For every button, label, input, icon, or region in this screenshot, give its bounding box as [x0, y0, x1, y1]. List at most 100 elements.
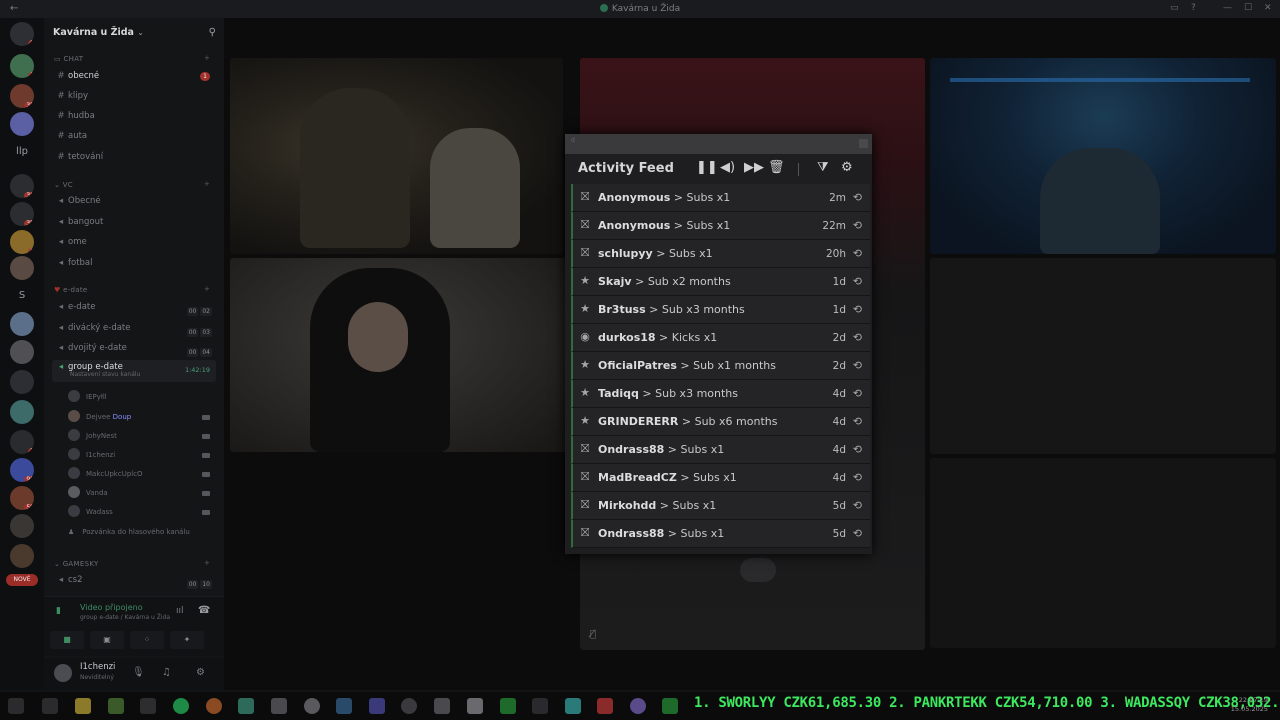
- voice-channel-dvojity-edate[interactable]: ◂ dvojitý e-date 00 04: [52, 340, 216, 357]
- server-icon-7[interactable]: [10, 256, 34, 280]
- avatar[interactable]: [54, 664, 72, 682]
- activities-button[interactable]: ⁘: [130, 631, 164, 649]
- replay-icon[interactable]: ⟲: [853, 331, 862, 344]
- voice-member[interactable]: MakcUpkcUplcO: [68, 466, 216, 483]
- replay-icon[interactable]: ⟲: [853, 359, 862, 372]
- app-icon[interactable]: [597, 698, 613, 714]
- guild-header[interactable]: Kavárna u Žida ⌄: [53, 27, 144, 38]
- channel-hudba[interactable]: # hudba: [52, 108, 216, 125]
- channel-tetovani[interactable]: # tetování: [52, 149, 216, 166]
- replay-icon[interactable]: ⟲: [853, 471, 862, 484]
- obs-icon[interactable]: [401, 698, 417, 714]
- voice-member[interactable]: Vanda: [68, 485, 216, 502]
- folder-icon[interactable]: [75, 698, 91, 714]
- add-channel-icon[interactable]: +: [204, 54, 210, 62]
- category-gamesky[interactable]: ⌄ GAMESKY +: [54, 559, 210, 568]
- server-icon-10[interactable]: [10, 370, 34, 394]
- voice-channel-cs2[interactable]: ◂ cs2 00 10: [52, 572, 216, 589]
- voice-member[interactable]: Wadass: [68, 504, 216, 521]
- skip-icon[interactable]: ▶▶: [744, 160, 764, 175]
- category-edate[interactable]: ♥ e-date +: [54, 285, 210, 294]
- close-icon[interactable]: ✕: [1264, 3, 1272, 13]
- server-label-s[interactable]: S: [0, 290, 44, 301]
- channel-klipy[interactable]: # klipy: [52, 88, 216, 105]
- new-servers-pill[interactable]: NOVÉ: [6, 574, 38, 586]
- server-icon-16[interactable]: [10, 544, 34, 568]
- replay-icon[interactable]: ⟲: [853, 527, 862, 540]
- add-channel-icon[interactable]: +: [204, 559, 210, 567]
- feed-row[interactable]: ★ GRINDERERR > Sub x6 months 4d ⟲: [571, 408, 870, 436]
- disconnect-icon[interactable]: ☎: [198, 605, 210, 616]
- noise-suppression-icon[interactable]: ııl: [176, 606, 184, 616]
- app-icon[interactable]: [662, 698, 678, 714]
- invite-to-voice[interactable]: ♟ Pozvánka do hlasového kanálu: [68, 524, 216, 541]
- voice-member[interactable]: JohyNest: [68, 428, 216, 445]
- trash-icon[interactable]: 🗑: [768, 160, 785, 175]
- feed-row[interactable]: ⛝ Ondrass88 > Subs x1 5d ⟲: [571, 520, 870, 548]
- kick-icon[interactable]: [532, 698, 548, 714]
- feed-row[interactable]: ⛝ MadBreadCZ > Subs x1 4d ⟲: [571, 464, 870, 492]
- pause-icon[interactable]: ❚❚: [696, 160, 718, 175]
- category-chat[interactable]: ▭ CHAT +: [54, 54, 210, 63]
- voice-member[interactable]: I1chenzi: [68, 447, 216, 464]
- video-tile[interactable]: [230, 58, 563, 254]
- steam-icon[interactable]: [336, 698, 352, 714]
- replay-icon[interactable]: ⟲: [853, 275, 862, 288]
- feed-row[interactable]: ★ Skajv > Sub x2 months 1d ⟲: [571, 268, 870, 296]
- volume-icon[interactable]: ◀): [720, 160, 735, 175]
- server-icon-11[interactable]: [10, 400, 34, 424]
- channel-obecne[interactable]: # obecné 1: [52, 68, 216, 85]
- feed-row[interactable]: ⛝ schlupyy > Subs x1 20h ⟲: [571, 240, 870, 268]
- voice-channel-obecne[interactable]: ◂ Obecné: [52, 193, 216, 210]
- replay-icon[interactable]: ⟲: [853, 219, 862, 232]
- feed-row[interactable]: ◉ durkos18 > Kicks x1 2d ⟲: [571, 324, 870, 352]
- channel-status-text[interactable]: Nastavení stavu kanálu: [70, 371, 140, 379]
- firefox-icon[interactable]: [206, 698, 222, 714]
- replay-icon[interactable]: ⟲: [853, 247, 862, 260]
- maximize-icon[interactable]: ☐: [1244, 3, 1252, 13]
- server-icon-8[interactable]: [10, 312, 34, 336]
- microphone-icon[interactable]: 🎙: [132, 667, 145, 678]
- server-label-llp[interactable]: llp: [0, 146, 44, 157]
- screen-share-button[interactable]: ▣: [90, 631, 124, 649]
- app-icon[interactable]: [271, 698, 287, 714]
- voice-channel-divacky-edate[interactable]: ◂ divácký e-date 00 03: [52, 320, 216, 337]
- server-icon-13[interactable]: 90: [10, 458, 34, 482]
- replay-icon[interactable]: ⟲: [853, 387, 862, 400]
- video-tile[interactable]: [930, 58, 1276, 254]
- server-icon-12[interactable]: 7: [10, 430, 34, 454]
- filter-icon[interactable]: ⧩: [817, 160, 829, 175]
- home-button[interactable]: 2: [10, 22, 34, 46]
- settings-gear-icon[interactable]: ⚙: [196, 667, 205, 678]
- voice-member[interactable]: IEPyłll: [68, 389, 216, 406]
- server-icon-5[interactable]: 35: [10, 202, 34, 226]
- replay-icon[interactable]: ⟲: [853, 499, 862, 512]
- replay-icon[interactable]: ⟲: [853, 303, 862, 316]
- app-icon[interactable]: [565, 698, 581, 714]
- category-vc[interactable]: ⌄ VC +: [54, 180, 210, 189]
- server-icon-4[interactable]: 36: [10, 174, 34, 198]
- add-channel-icon[interactable]: +: [204, 285, 210, 293]
- app-icon[interactable]: [369, 698, 385, 714]
- help-icon[interactable]: ?: [1191, 3, 1196, 13]
- gear-icon[interactable]: ⚙: [841, 160, 853, 175]
- app-icon[interactable]: [630, 698, 646, 714]
- voice-channel-fotbal[interactable]: ◂ fotbal: [52, 255, 216, 272]
- server-icon-kavarna[interactable]: 1: [10, 54, 34, 78]
- app-icon[interactable]: [467, 698, 483, 714]
- feed-row[interactable]: ⛝ Anonymous > Subs x1 22m ⟲: [571, 212, 870, 240]
- server-icon-6[interactable]: 6: [10, 230, 34, 254]
- replay-icon[interactable]: ⟲: [853, 443, 862, 456]
- add-channel-icon[interactable]: +: [204, 180, 210, 188]
- replay-icon[interactable]: ⟲: [853, 415, 862, 428]
- close-icon[interactable]: [859, 139, 868, 148]
- start-icon[interactable]: [8, 698, 24, 714]
- server-icon-9[interactable]: [10, 340, 34, 364]
- voice-member[interactable]: Dejvee Doup: [68, 409, 216, 426]
- feed-drag-bar[interactable]: d: [565, 134, 872, 154]
- voice-channel-group-edate[interactable]: ◂ group e-date Nastavení stavu kanálu 1:42:…: [52, 360, 216, 382]
- video-tile[interactable]: [930, 458, 1276, 648]
- user-name[interactable]: I1chenzi: [80, 662, 115, 672]
- feed-row[interactable]: ★ OficialPatres > Sub x1 months 2d ⟲: [571, 352, 870, 380]
- feed-row[interactable]: ⛝ Ondrass88 > Subs x1 4d ⟲: [571, 436, 870, 464]
